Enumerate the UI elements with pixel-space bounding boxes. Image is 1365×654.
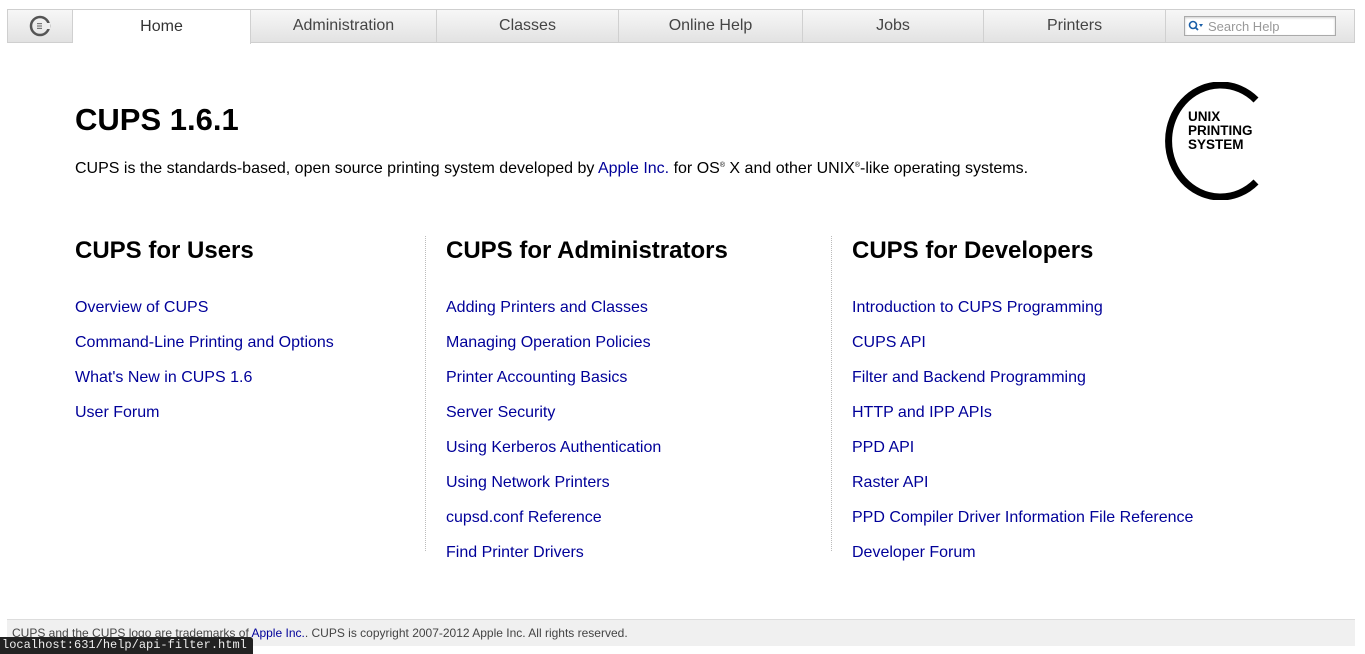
admin-heading: CUPS for Administrators (446, 237, 728, 264)
unix-printing-system-logo: UNIX PRINTING SYSTEM (1165, 82, 1259, 200)
link-intro-programming[interactable]: Introduction to CUPS Programming (852, 299, 1103, 316)
search-area (1166, 10, 1354, 42)
intro-text-part: CUPS is the standards-based, open source… (75, 160, 598, 177)
list-item: Command-Line Printing and Options (75, 325, 334, 360)
list-item: Using Kerberos Authentication (446, 430, 728, 465)
list-item: User Forum (75, 395, 334, 430)
intro-text: CUPS is the standards-based, open source… (75, 160, 1028, 178)
link-user-forum[interactable]: User Forum (75, 404, 159, 421)
top-nav: Home Administration Classes Online Help … (7, 9, 1355, 44)
list-item: PPD Compiler Driver Information File Ref… (852, 500, 1193, 535)
list-item: Adding Printers and Classes (446, 290, 728, 325)
tab-online-help[interactable]: Online Help (619, 10, 803, 42)
admin-column: CUPS for Administrators Adding Printers … (446, 236, 728, 570)
list-item: Using Network Printers (446, 465, 728, 500)
list-item: Raster API (852, 465, 1193, 500)
intro-text-part: for OS (669, 160, 720, 177)
developers-column: CUPS for Developers Introduction to CUPS… (852, 236, 1193, 570)
registered-mark: ® (854, 162, 860, 169)
cups-logo-icon[interactable] (8, 10, 73, 42)
logo-text-line2: PRINTING (1188, 123, 1253, 138)
list-item: Managing Operation Policies (446, 325, 728, 360)
developers-links: Introduction to CUPS Programming CUPS AP… (852, 290, 1193, 570)
users-links: Overview of CUPS Command-Line Printing a… (75, 290, 334, 430)
search-icon[interactable] (1188, 20, 1204, 32)
intro-text-part: X and other UNIX (724, 160, 855, 177)
link-developer-forum[interactable]: Developer Forum (852, 544, 976, 561)
list-item: Overview of CUPS (75, 290, 334, 325)
users-column: CUPS for Users Overview of CUPS Command-… (75, 236, 334, 430)
list-item: CUPS API (852, 325, 1193, 360)
link-http-ipp[interactable]: HTTP and IPP APIs (852, 404, 992, 421)
cups-small-logo-icon (29, 15, 51, 37)
link-find-drivers[interactable]: Find Printer Drivers (446, 544, 584, 561)
tab-home[interactable]: Home (73, 9, 251, 44)
list-item: cupsd.conf Reference (446, 500, 728, 535)
page-title: CUPS 1.6.1 (75, 102, 239, 137)
tab-printers[interactable]: Printers (984, 10, 1166, 42)
intro-text-part: -like operating systems. (860, 160, 1029, 177)
link-adding-printers[interactable]: Adding Printers and Classes (446, 299, 648, 316)
link-accounting-basics[interactable]: Printer Accounting Basics (446, 369, 627, 386)
search-box[interactable] (1184, 16, 1336, 36)
logo-text-line1: UNIX (1188, 109, 1220, 124)
admin-links: Adding Printers and Classes Managing Ope… (446, 290, 728, 570)
list-item: Filter and Backend Programming (852, 360, 1193, 395)
list-item: Developer Forum (852, 535, 1193, 570)
link-whats-new[interactable]: What's New in CUPS 1.6 (75, 369, 252, 386)
link-ppd-api[interactable]: PPD API (852, 439, 914, 456)
list-item: Find Printer Drivers (446, 535, 728, 570)
link-filter-backend[interactable]: Filter and Backend Programming (852, 369, 1086, 386)
list-item: HTTP and IPP APIs (852, 395, 1193, 430)
browser-status-url: localhost:631/help/api-filter.html (0, 637, 253, 654)
column-divider (425, 236, 426, 551)
tab-jobs[interactable]: Jobs (803, 10, 984, 42)
tab-administration[interactable]: Administration (251, 10, 437, 42)
list-item: Server Security (446, 395, 728, 430)
registered-mark: ® (719, 162, 725, 169)
column-divider (831, 236, 832, 551)
list-item: What's New in CUPS 1.6 (75, 360, 334, 395)
link-server-security[interactable]: Server Security (446, 404, 555, 421)
list-item: PPD API (852, 430, 1193, 465)
list-item: Printer Accounting Basics (446, 360, 728, 395)
link-ppd-compiler[interactable]: PPD Compiler Driver Information File Ref… (852, 509, 1193, 526)
footer-text-part: . CUPS is copyright 2007-2012 Apple Inc.… (304, 626, 628, 640)
apple-link[interactable]: Apple Inc. (598, 160, 669, 177)
link-operation-policies[interactable]: Managing Operation Policies (446, 334, 651, 351)
footer-apple-link[interactable]: Apple Inc. (251, 626, 304, 640)
link-kerberos[interactable]: Using Kerberos Authentication (446, 439, 661, 456)
logo-text-line3: SYSTEM (1188, 137, 1244, 152)
link-cupsd-conf[interactable]: cupsd.conf Reference (446, 509, 602, 526)
link-overview-of-cups[interactable]: Overview of CUPS (75, 299, 208, 316)
link-command-line-printing[interactable]: Command-Line Printing and Options (75, 334, 334, 351)
link-cups-api[interactable]: CUPS API (852, 334, 926, 351)
users-heading: CUPS for Users (75, 237, 254, 264)
developers-heading: CUPS for Developers (852, 237, 1094, 264)
link-raster-api[interactable]: Raster API (852, 474, 928, 491)
search-input[interactable] (1204, 18, 1328, 34)
tab-classes[interactable]: Classes (437, 10, 619, 42)
list-item: Introduction to CUPS Programming (852, 290, 1193, 325)
link-network-printers[interactable]: Using Network Printers (446, 474, 610, 491)
